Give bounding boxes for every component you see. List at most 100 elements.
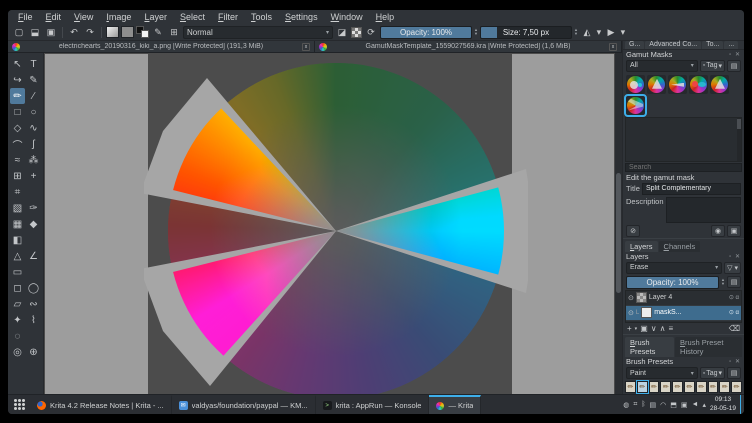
reload-preset-icon[interactable]: ⟳ xyxy=(364,26,378,39)
polygon-tool[interactable]: ◇ xyxy=(10,120,25,136)
tab-brush-preset-history[interactable]: Brush Preset History xyxy=(675,337,742,357)
text-tool[interactable]: T xyxy=(26,56,41,72)
new-document-icon[interactable]: ▢ xyxy=(12,26,26,39)
mask-title-input[interactable] xyxy=(642,182,741,195)
canvas-vertical-scrollbar[interactable] xyxy=(615,53,622,394)
chevron-down-icon[interactable]: ▾ xyxy=(596,26,602,39)
tag-button[interactable]: ▫ Tag ▾ xyxy=(699,367,725,379)
brush-preset-thumb[interactable]: ✏ xyxy=(695,381,707,393)
chevron-down-icon[interactable]: ▾ xyxy=(620,26,626,39)
cancel-edit-icon[interactable]: ⊘ xyxy=(626,224,640,237)
blend-mode-select[interactable]: Normal ▾ xyxy=(183,25,333,39)
docker-float-close-icons[interactable]: ▫ ✕ xyxy=(729,253,741,260)
layer-lock-alpha-icons[interactable]: ⊙ α xyxy=(729,309,739,316)
pattern-edit-tool[interactable]: ▦ xyxy=(10,216,25,232)
move-tool[interactable]: + xyxy=(26,168,41,184)
lock-icon[interactable]: ⬒ xyxy=(670,401,677,409)
docker-float-close-icons[interactable]: ▫ ✕ xyxy=(729,51,741,58)
move-layer-down-button[interactable]: ∨ xyxy=(651,324,657,333)
opacity-slider[interactable]: Opacity: 100% xyxy=(380,25,472,39)
tab-document-kiki[interactable]: electrichearts_20190316_kiki_a.png [Writ… xyxy=(8,41,315,52)
brush-editor-icon[interactable]: ✎ xyxy=(151,26,165,39)
fill-tool[interactable]: ◧ xyxy=(10,232,25,248)
brush-preset-thumb[interactable]: ✏ xyxy=(625,381,636,393)
search-input[interactable] xyxy=(625,162,742,172)
eraser-mode-icon[interactable]: ◪ xyxy=(335,26,349,39)
layer-opacity-spinner[interactable]: ▲ ▼ xyxy=(721,278,725,286)
workspace-chooser-icon[interactable]: ⊞ xyxy=(167,26,181,39)
color-sampler-tool[interactable]: ✑ xyxy=(26,200,41,216)
display-icon[interactable]: ▤ xyxy=(650,401,657,409)
layer-lock-alpha-icons[interactable]: ⊙ α xyxy=(729,294,739,301)
menu-file[interactable]: File xyxy=(12,11,39,23)
gradient-swatch[interactable] xyxy=(106,26,119,38)
task-krita-active[interactable]: — Krita xyxy=(429,395,482,414)
visibility-eye-icon[interactable]: ⊙ xyxy=(628,294,634,302)
opacity-spinner[interactable]: ▲ ▼ xyxy=(474,28,478,36)
rectangular-select-tool[interactable]: ◻ xyxy=(10,280,25,296)
pattern-swatch[interactable] xyxy=(121,26,134,38)
mask-filter-select[interactable]: All ▾ xyxy=(626,59,698,72)
mask-thumb-triangle2[interactable] xyxy=(710,74,729,94)
brush-preset-thumb[interactable]: ✏ xyxy=(707,381,719,393)
wifi-icon[interactable]: ◠ xyxy=(660,401,666,409)
layer-row-maskshapes[interactable]: ⊙ L maskS... ⊙ α xyxy=(626,305,741,321)
pan-tool[interactable]: ⊕ xyxy=(26,344,41,360)
menu-tools[interactable]: Tools xyxy=(245,11,278,23)
bezier-curve-tool[interactable]: ⌒ xyxy=(10,136,25,152)
magnetic-select-tool[interactable]: ◌ xyxy=(10,328,25,344)
measure-tool[interactable]: ∠ xyxy=(26,248,41,264)
layer-row-layer4[interactable]: ⊙ Layer 4 ⊙ α xyxy=(626,291,741,306)
clipboard-icon[interactable]: ▣ xyxy=(681,401,688,409)
brush-preset-thumb[interactable]: ✏ xyxy=(660,381,672,393)
mask-thumb-complementary-dots[interactable] xyxy=(626,74,645,94)
brush-filter-select[interactable]: Paint ▾ xyxy=(626,367,698,379)
clock[interactable]: 09:13 28-05-19 xyxy=(710,396,736,412)
move-layer-up-button[interactable]: ∧ xyxy=(660,324,666,333)
brush-preset-thumb[interactable]: ✏ xyxy=(731,381,742,393)
mirror-horizontal-icon[interactable]: ◭ xyxy=(580,26,594,39)
menu-window[interactable]: Window xyxy=(325,11,369,23)
tab-overflow[interactable]: ... xyxy=(724,41,739,49)
layer-filter-icon[interactable]: ▽ ▾ xyxy=(724,261,741,274)
zoom-tool[interactable]: ◎ xyxy=(10,344,25,360)
similar-color-select-tool[interactable]: ✦ xyxy=(10,312,25,328)
visibility-eye-icon[interactable]: ⊙ xyxy=(628,309,634,317)
tab-gamut-masks[interactable]: G... xyxy=(625,41,645,49)
canvas-viewport[interactable] xyxy=(44,53,622,394)
polygonal-select-tool[interactable]: ▱ xyxy=(10,296,25,312)
docker-float-close-icons[interactable]: ▫ ✕ xyxy=(729,358,741,365)
caret-up-icon[interactable]: ▴ xyxy=(702,401,706,409)
line-tool[interactable]: ∕ xyxy=(26,88,41,104)
mask-thumb-split-complementary[interactable] xyxy=(624,93,647,117)
elliptical-select-tool[interactable]: ◯ xyxy=(26,280,41,296)
layer-properties-button[interactable]: ≡ xyxy=(668,324,673,333)
app-launcher-icon[interactable] xyxy=(8,395,30,414)
save-mask-icon[interactable]: ▣ xyxy=(727,224,741,237)
tab-channels[interactable]: Channels xyxy=(658,240,701,252)
brush-preset-thumb[interactable]: ✏ xyxy=(648,381,660,393)
menu-edit[interactable]: Edit xyxy=(40,11,68,23)
tag-button[interactable]: ▫ Tag ▾ xyxy=(699,59,725,72)
menu-view[interactable]: View xyxy=(68,11,99,23)
share-icon[interactable]: ⌗ xyxy=(633,401,637,409)
size-slider[interactable]: Size: 7,50 px xyxy=(479,25,572,39)
tab-document-gamutmask[interactable]: GamutMaskTemplate_1559027569.kra [Write … xyxy=(315,41,622,52)
gradient-tool[interactable]: ▧ xyxy=(10,200,25,216)
brush-preset-thumb-selected[interactable]: ✏ xyxy=(635,380,649,394)
bluetooth-icon[interactable]: ᛒ xyxy=(641,401,645,408)
bezier-select-tool[interactable]: ⌇ xyxy=(26,312,41,328)
layer-blend-mode-select[interactable]: Erase ▾ xyxy=(626,261,723,274)
mask-description-input[interactable] xyxy=(666,196,741,223)
mask-thumb-sliver[interactable] xyxy=(668,74,687,94)
add-layer-button[interactable]: + xyxy=(627,324,632,333)
rectangle-tool[interactable]: □ xyxy=(10,104,25,120)
brush-preset-thumb[interactable]: ✏ xyxy=(719,381,731,393)
edit-shapes-tool[interactable]: ↪ xyxy=(10,72,25,88)
polyline-tool[interactable]: ∿ xyxy=(26,120,41,136)
show-desktop-button[interactable] xyxy=(740,395,744,414)
ellipse-tool[interactable]: ○ xyxy=(26,104,41,120)
menu-filter[interactable]: Filter xyxy=(212,11,244,23)
menu-select[interactable]: Select xyxy=(174,11,211,23)
layer-properties-icon[interactable]: ▤ xyxy=(727,276,741,289)
